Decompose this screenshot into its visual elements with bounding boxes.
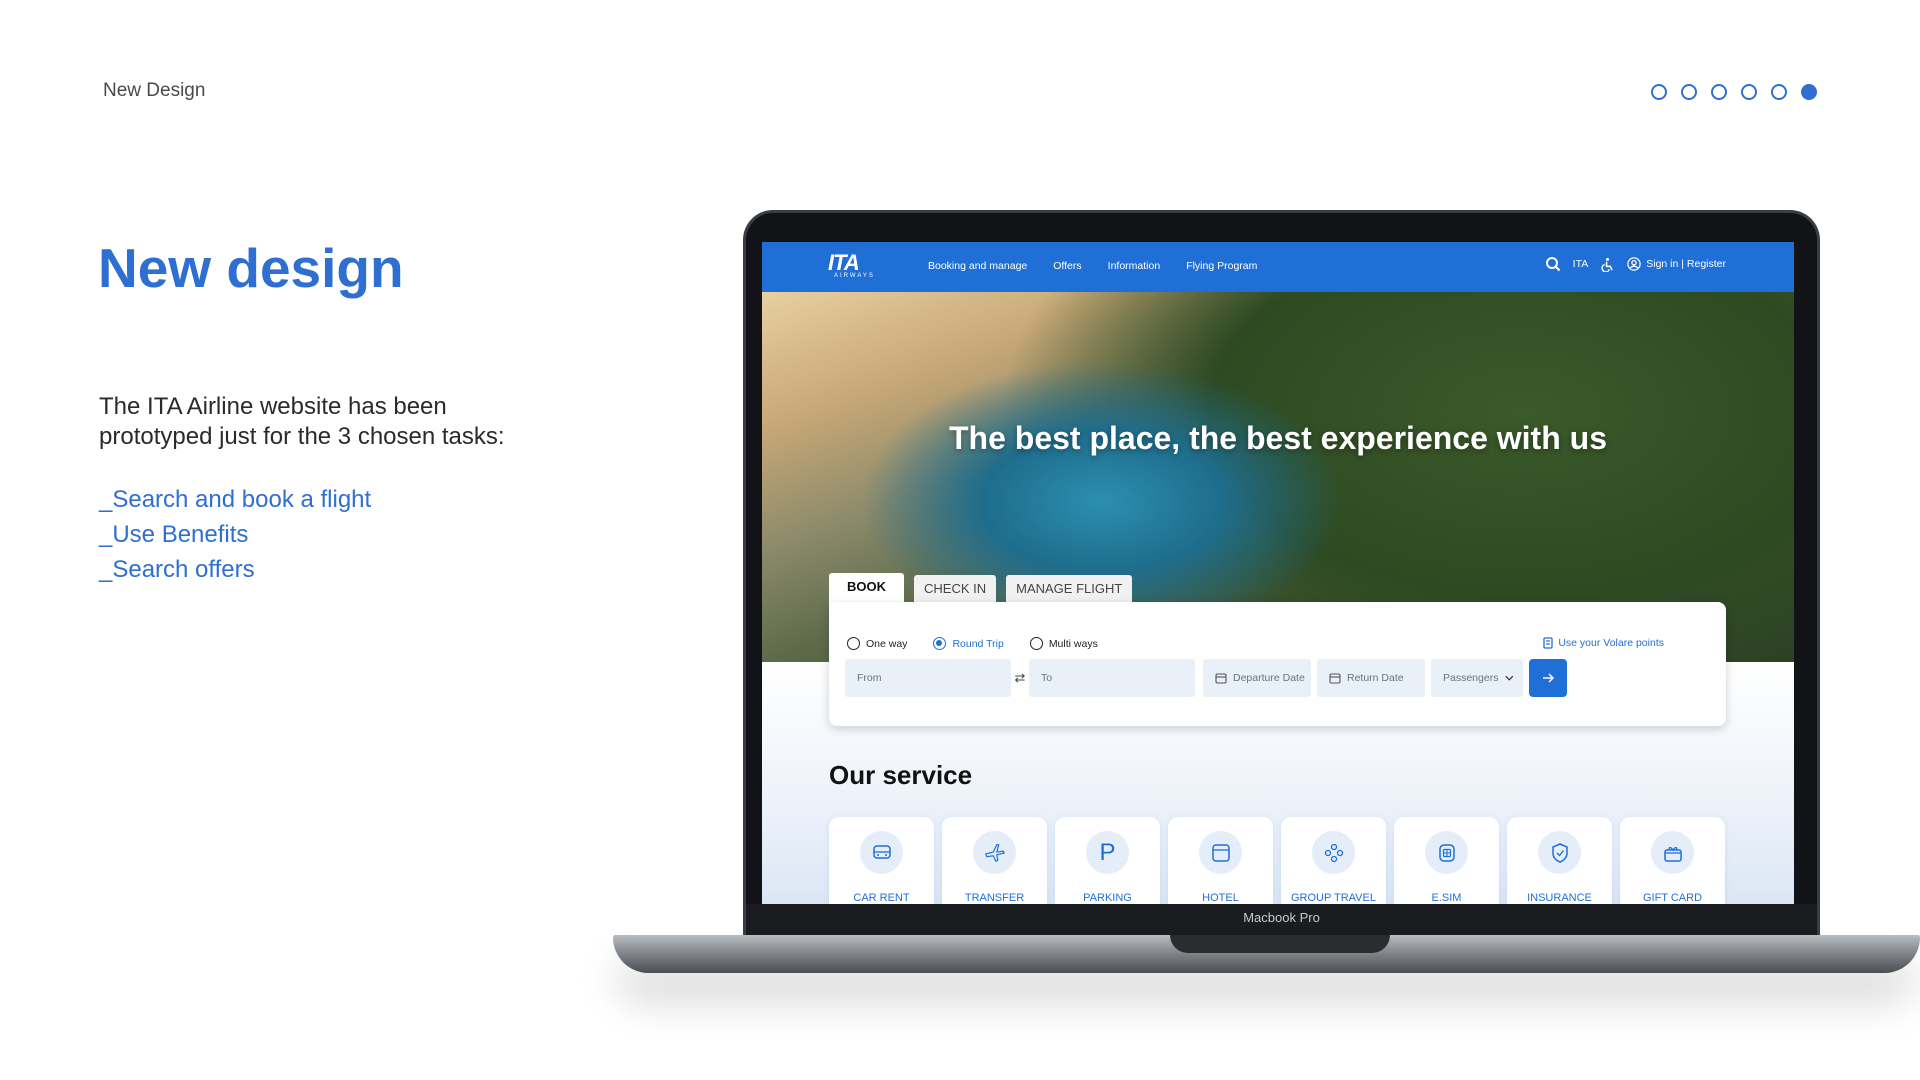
header-actions: ITA Sign in | Register <box>1545 256 1726 272</box>
device-label: Macbook Pro <box>1243 910 1320 925</box>
service-card-parking[interactable]: P PARKING <box>1055 817 1160 904</box>
tab-manage-flight[interactable]: MANAGE FLIGHT <box>1006 575 1133 603</box>
from-placeholder: From <box>857 672 882 684</box>
laptop-screen: ITA AIRWAYS Booking and manage Offers In… <box>762 242 1794 904</box>
gift-icon <box>1651 831 1694 874</box>
headline: New design <box>98 237 404 299</box>
arrow-right-icon <box>1543 673 1555 683</box>
trip-label: Multi ways <box>1048 637 1098 650</box>
sim-icon <box>1425 831 1468 874</box>
menu-item-information[interactable]: Information <box>1108 260 1161 272</box>
task-item: _Use Benefits <box>99 521 249 548</box>
accessibility-icon[interactable] <box>1600 257 1615 272</box>
service-card-insurance[interactable]: INSURANCE <box>1507 817 1612 904</box>
service-label: PARKING <box>1083 892 1132 904</box>
service-card-car-rent[interactable]: CAR RENT <box>829 817 934 904</box>
trip-label: One way <box>866 637 908 650</box>
menu-item-booking[interactable]: Booking and manage <box>928 260 1027 272</box>
search-submit-button[interactable] <box>1529 659 1567 697</box>
service-card-gift-card[interactable]: GIFT CARD <box>1620 817 1725 904</box>
signin-link[interactable]: Sign in | Register <box>1627 257 1726 271</box>
calendar-icon <box>1215 673 1227 684</box>
service-label: E.SIM <box>1431 892 1462 904</box>
passengers-select[interactable]: Passengers <box>1431 659 1523 697</box>
search-fields: From ⇄ To Departure Date Return Date Pas… <box>845 659 1567 697</box>
car-icon <box>860 831 903 874</box>
logo-mark: ITA <box>828 250 860 275</box>
to-field[interactable]: To <box>1029 659 1195 697</box>
service-card-transfer[interactable]: TRANSFER <box>942 817 1047 904</box>
main-menu: Booking and manage Offers Information Fl… <box>928 260 1257 272</box>
language-selector[interactable]: ITA <box>1573 258 1589 270</box>
pager <box>1651 84 1817 100</box>
service-label: HOTEL <box>1202 892 1239 904</box>
laptop-notch <box>1170 935 1390 953</box>
site-header: ITA AIRWAYS Booking and manage Offers In… <box>762 242 1794 292</box>
radio-icon[interactable] <box>847 637 860 650</box>
signin-label: Sign in | Register <box>1646 258 1726 270</box>
ita-logo[interactable]: ITA AIRWAYS <box>828 250 888 280</box>
hotel-icon <box>1199 831 1242 874</box>
from-field[interactable]: From <box>845 659 1011 697</box>
volare-points-link[interactable]: Use your Volare points <box>1543 637 1664 649</box>
group-icon <box>1312 831 1355 874</box>
return-date-field[interactable]: Return Date <box>1317 659 1425 697</box>
tab-check-in[interactable]: CHECK IN <box>914 575 997 603</box>
services-title: Our service <box>829 760 973 790</box>
pager-dot[interactable] <box>1741 84 1757 100</box>
trip-type-options: One way Round Trip Multi ways <box>847 637 1098 650</box>
service-card-hotel[interactable]: HOTEL <box>1168 817 1273 904</box>
radio-icon[interactable] <box>1029 637 1043 650</box>
passengers-placeholder: Passengers <box>1443 672 1499 684</box>
parking-icon: P <box>1086 831 1129 874</box>
service-card-group-travel[interactable]: GROUP TRAVEL <box>1281 817 1386 904</box>
pager-dot[interactable] <box>1681 84 1697 100</box>
service-label: TRANSFER <box>964 892 1025 904</box>
chevron-down-icon <box>1505 675 1514 681</box>
shield-icon <box>1538 831 1581 874</box>
slide-label: New Design <box>103 80 206 101</box>
volare-label: Use your Volare points <box>1558 637 1664 649</box>
hero-title: The best place, the best experience with… <box>949 420 1607 456</box>
trip-multi-ways[interactable]: Multi ways <box>1029 637 1098 650</box>
menu-item-offers[interactable]: Offers <box>1053 260 1081 272</box>
services-list: CAR RENT TRANSFER P PARKING HOTEL GROUP … <box>829 817 1725 904</box>
pager-dot[interactable] <box>1771 84 1787 100</box>
service-label: CAR RENT <box>853 892 910 904</box>
booking-panel: One way Round Trip Multi ways Use your V… <box>829 602 1726 726</box>
plane-icon <box>973 831 1016 874</box>
radio-selected-icon[interactable] <box>933 637 947 650</box>
service-label: INSURANCE <box>1527 892 1592 904</box>
departure-placeholder: Departure Date <box>1233 672 1305 684</box>
to-placeholder: To <box>1041 672 1053 684</box>
trip-label: Round Trip <box>952 637 1004 650</box>
swap-icon[interactable]: ⇄ <box>1013 670 1027 686</box>
user-icon <box>1627 257 1641 271</box>
points-icon <box>1543 637 1553 649</box>
service-card-esim[interactable]: E.SIM <box>1394 817 1499 904</box>
intro-text: The ITA Airline website has been prototy… <box>99 393 505 450</box>
search-icon[interactable] <box>1545 256 1561 272</box>
tab-book[interactable]: BOOK <box>829 573 904 603</box>
task-item: _Search and book a flight <box>99 486 372 513</box>
trip-round-trip[interactable]: Round Trip <box>933 637 1004 650</box>
pager-dot[interactable] <box>1651 84 1667 100</box>
departure-date-field[interactable]: Departure Date <box>1203 659 1311 697</box>
service-label: GROUP TRAVEL <box>1291 892 1376 904</box>
return-placeholder: Return Date <box>1347 672 1404 684</box>
menu-item-flying-program[interactable]: Flying Program <box>1186 260 1257 272</box>
booking-tabs: BOOK CHECK IN MANAGE FLIGHT <box>829 573 1133 603</box>
logo-subtext: AIRWAYS <box>834 273 875 279</box>
task-list: _Search and book a flight _Use Benefits … <box>99 482 371 587</box>
calendar-icon <box>1329 673 1341 684</box>
pager-dot-active[interactable] <box>1801 84 1817 100</box>
task-item: _Search offers <box>99 556 255 583</box>
trip-one-way[interactable]: One way <box>847 637 907 650</box>
service-label: GIFT CARD <box>1642 892 1703 904</box>
laptop-chin: Macbook Pro <box>746 904 1817 935</box>
pager-dot[interactable] <box>1711 84 1727 100</box>
